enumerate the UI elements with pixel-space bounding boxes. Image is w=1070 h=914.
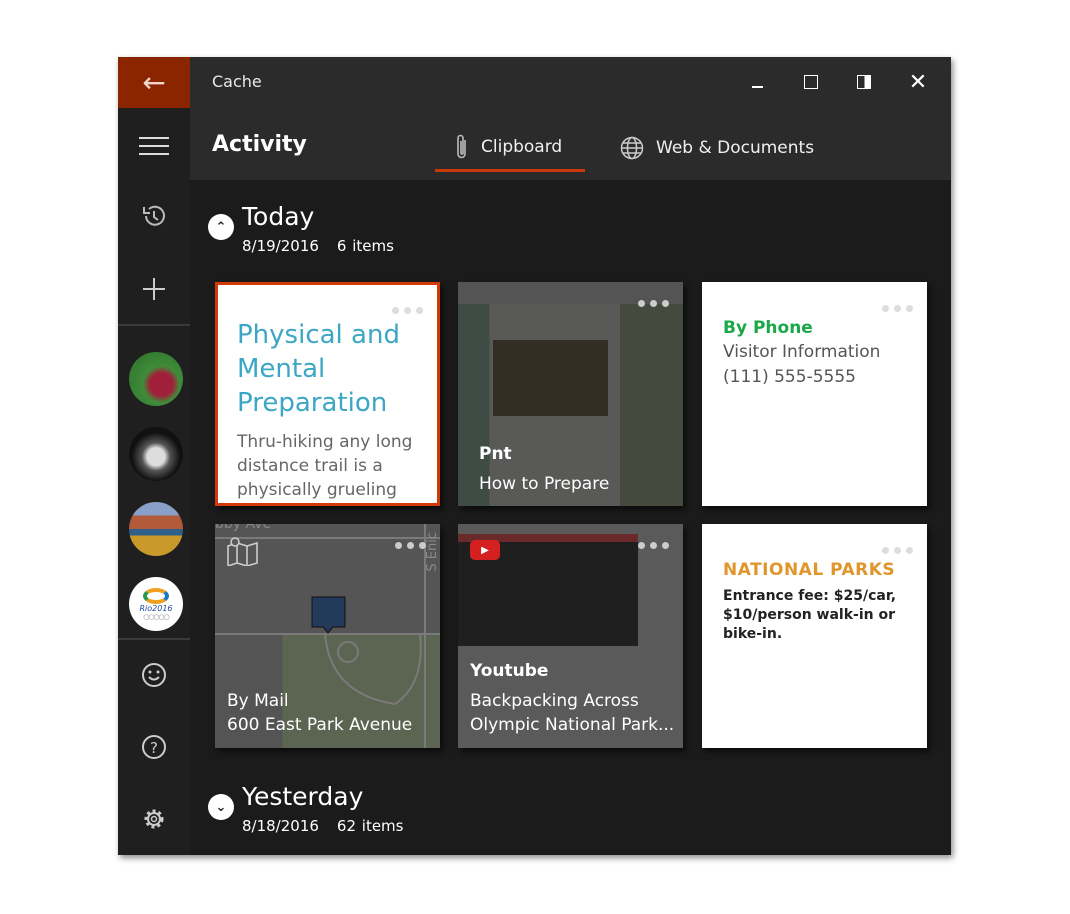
- card-title: NATIONAL PARKS: [723, 560, 896, 580]
- back-button[interactable]: ←: [118, 57, 190, 108]
- card-title: By Phone: [723, 318, 813, 338]
- snap-icon: [857, 75, 871, 89]
- add-button[interactable]: [118, 275, 190, 303]
- card-title: Physical and Mental Preparation: [237, 320, 400, 418]
- card-body: Entrance fee: $25/car, $10/person walk-i…: [723, 588, 897, 642]
- gear-icon: [144, 809, 164, 829]
- rio-logo: Rio2016: [139, 603, 173, 613]
- group-count: 62 items: [336, 817, 404, 835]
- close-button[interactable]: ✕: [903, 69, 933, 95]
- header: Activity Clipboard Web & Documents: [190, 108, 951, 180]
- hamburger-icon: [139, 137, 169, 155]
- more-options-button[interactable]: [638, 300, 669, 307]
- group-date: 8/19/2016: [242, 237, 319, 255]
- group-title: Yesterday: [242, 782, 364, 811]
- youtube-icon: ▶: [470, 540, 500, 560]
- clipboard-card-contact[interactable]: By Phone Visitor Information (111) 555-5…: [702, 282, 927, 506]
- card-line2: (111) 555-5555: [723, 367, 856, 387]
- card-title: How to Prepare: [479, 474, 610, 494]
- group-count: 6 items: [336, 237, 394, 255]
- maximize-icon: [804, 75, 818, 89]
- card-title: By Mail: [227, 691, 289, 711]
- plus-icon: [143, 278, 165, 300]
- app-window: ← Rio2016 ○○○○○ ? Cache ✕ Activity Clipb…: [118, 57, 951, 855]
- card-body: Thru-hiking any long distance trail is a…: [237, 432, 413, 500]
- page-title: Activity: [212, 132, 307, 157]
- map-icon: [227, 537, 258, 566]
- more-options-button[interactable]: [395, 542, 426, 549]
- map-pin-icon: [311, 596, 346, 634]
- clipboard-card-video[interactable]: ▶ Youtube Backpacking Across Olympic Nat…: [458, 524, 683, 748]
- expand-button[interactable]: ⌄: [208, 794, 234, 820]
- tab-label: Web & Documents: [656, 138, 815, 158]
- maximize-button[interactable]: [796, 69, 826, 95]
- tab-clipboard[interactable]: Clipboard: [435, 124, 585, 172]
- title-bar: Cache ✕: [190, 57, 951, 108]
- clipboard-card-web[interactable]: Pnt How to Prepare: [458, 282, 683, 506]
- settings-button[interactable]: [118, 805, 190, 833]
- history-icon: [143, 205, 165, 226]
- svg-text:?: ?: [150, 739, 158, 757]
- paperclip-icon: [457, 134, 466, 158]
- clipboard-card-note[interactable]: NATIONAL PARKS Entrance fee: $25/car, $1…: [702, 524, 927, 748]
- card-source: Pnt: [479, 444, 512, 464]
- street-label: S Enic: [425, 532, 440, 572]
- minimize-button[interactable]: [742, 69, 772, 95]
- clipboard-card-map[interactable]: bby Ave S Enic By Mail 600 East Park Ave…: [215, 524, 440, 748]
- more-options-button[interactable]: [882, 547, 913, 554]
- more-options-button[interactable]: [392, 307, 423, 314]
- more-options-button[interactable]: [638, 542, 669, 549]
- card-address: 600 East Park Avenue: [227, 715, 413, 735]
- group-title: Today: [242, 202, 315, 231]
- card-line1: Visitor Information: [723, 342, 881, 362]
- tab-label: Clipboard: [481, 136, 563, 157]
- snap-button[interactable]: [849, 69, 879, 95]
- avatar-person[interactable]: [129, 427, 183, 481]
- arrow-left-icon: ←: [142, 66, 166, 99]
- chevron-up-icon: ⌃: [215, 219, 227, 235]
- card-title: Backpacking Across Olympic National Park…: [470, 691, 675, 735]
- feedback-button[interactable]: [118, 661, 190, 689]
- avatar-rio2016[interactable]: Rio2016 ○○○○○: [129, 577, 183, 631]
- tab-web-documents[interactable]: Web & Documents: [620, 124, 814, 172]
- close-icon: ✕: [908, 69, 928, 95]
- street-label: bby Ave: [215, 524, 272, 532]
- app-title: Cache: [212, 72, 262, 91]
- divider: [118, 638, 190, 640]
- smiley-icon: [142, 663, 166, 687]
- menu-button[interactable]: [118, 132, 190, 160]
- avatar-mountains[interactable]: [129, 502, 183, 556]
- globe-icon: [620, 136, 644, 160]
- divider: [118, 324, 190, 326]
- card-source: Youtube: [470, 661, 549, 681]
- more-options-button[interactable]: [882, 305, 913, 312]
- group-date: 8/18/2016: [242, 817, 319, 835]
- avatar-radishes[interactable]: [129, 352, 183, 406]
- minimize-icon: [751, 86, 763, 88]
- clipboard-card-text[interactable]: Physical and Mental Preparation Thru-hik…: [215, 282, 440, 506]
- help-button[interactable]: ?: [118, 733, 190, 761]
- history-button[interactable]: [118, 202, 190, 230]
- chevron-down-icon: ⌄: [215, 799, 227, 815]
- collapse-button[interactable]: ⌃: [208, 214, 234, 240]
- help-icon: ?: [142, 735, 166, 759]
- sidebar: ← Rio2016 ○○○○○ ?: [118, 57, 190, 855]
